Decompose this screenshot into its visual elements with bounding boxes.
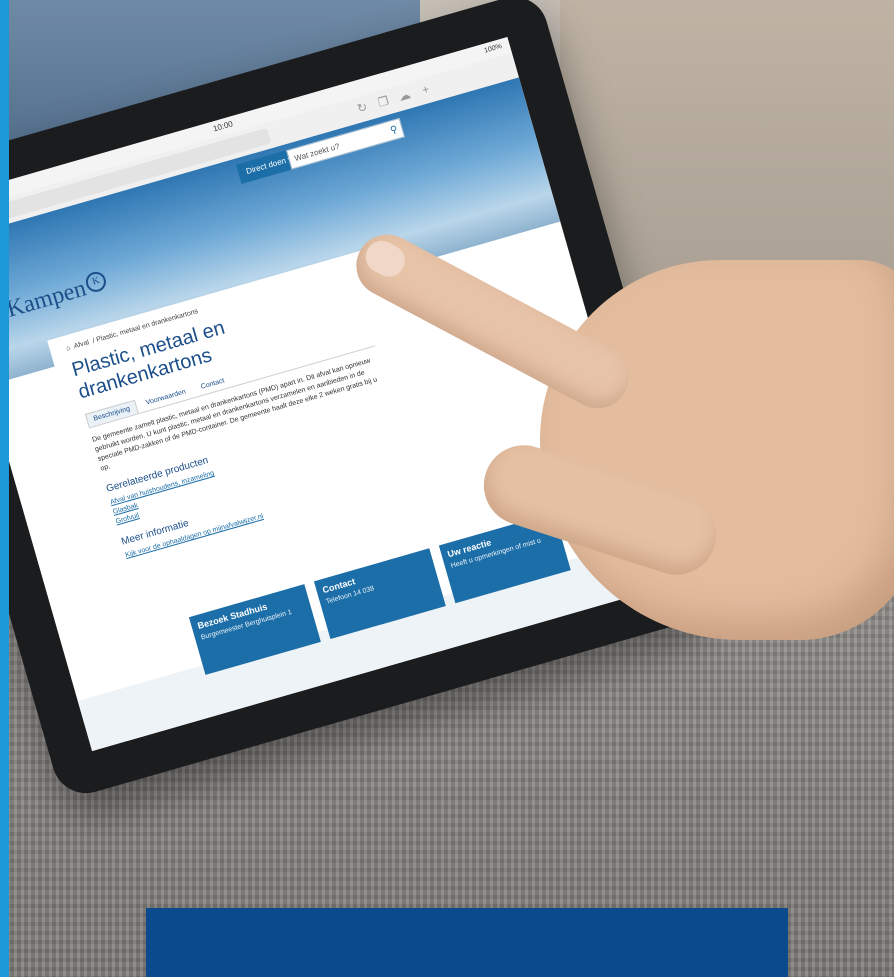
logo-text: Kampen bbox=[3, 275, 90, 323]
reload-icon[interactable]: ↻ bbox=[354, 99, 371, 116]
fingernail bbox=[360, 235, 411, 283]
kampen-logo[interactable]: Kampen K bbox=[4, 269, 111, 323]
logo-mark: K bbox=[83, 269, 109, 295]
cloud-icon[interactable]: ☁ bbox=[396, 87, 413, 104]
tab-contact[interactable]: Contact bbox=[194, 373, 233, 396]
hand bbox=[345, 200, 894, 660]
bookmarks-icon[interactable]: ❐ bbox=[375, 93, 392, 110]
search-icon[interactable]: ⚲ bbox=[388, 120, 401, 141]
photo: 10:00 100% ↻ ❐ ☁ + Direct doen ▾ Wat zoe… bbox=[0, 0, 894, 977]
status-time: 10:00 bbox=[212, 119, 234, 134]
bottom-banner bbox=[146, 908, 788, 977]
tab-beschrijving[interactable]: Beschrijving bbox=[84, 399, 139, 428]
breadcrumb-item[interactable]: Afval bbox=[73, 339, 90, 350]
add-tab-icon[interactable]: + bbox=[417, 81, 434, 98]
palm bbox=[540, 260, 894, 640]
accent-strip bbox=[0, 0, 9, 977]
home-icon[interactable]: ⌂ bbox=[65, 345, 71, 353]
search-placeholder: Wat zoekt u? bbox=[293, 141, 341, 164]
